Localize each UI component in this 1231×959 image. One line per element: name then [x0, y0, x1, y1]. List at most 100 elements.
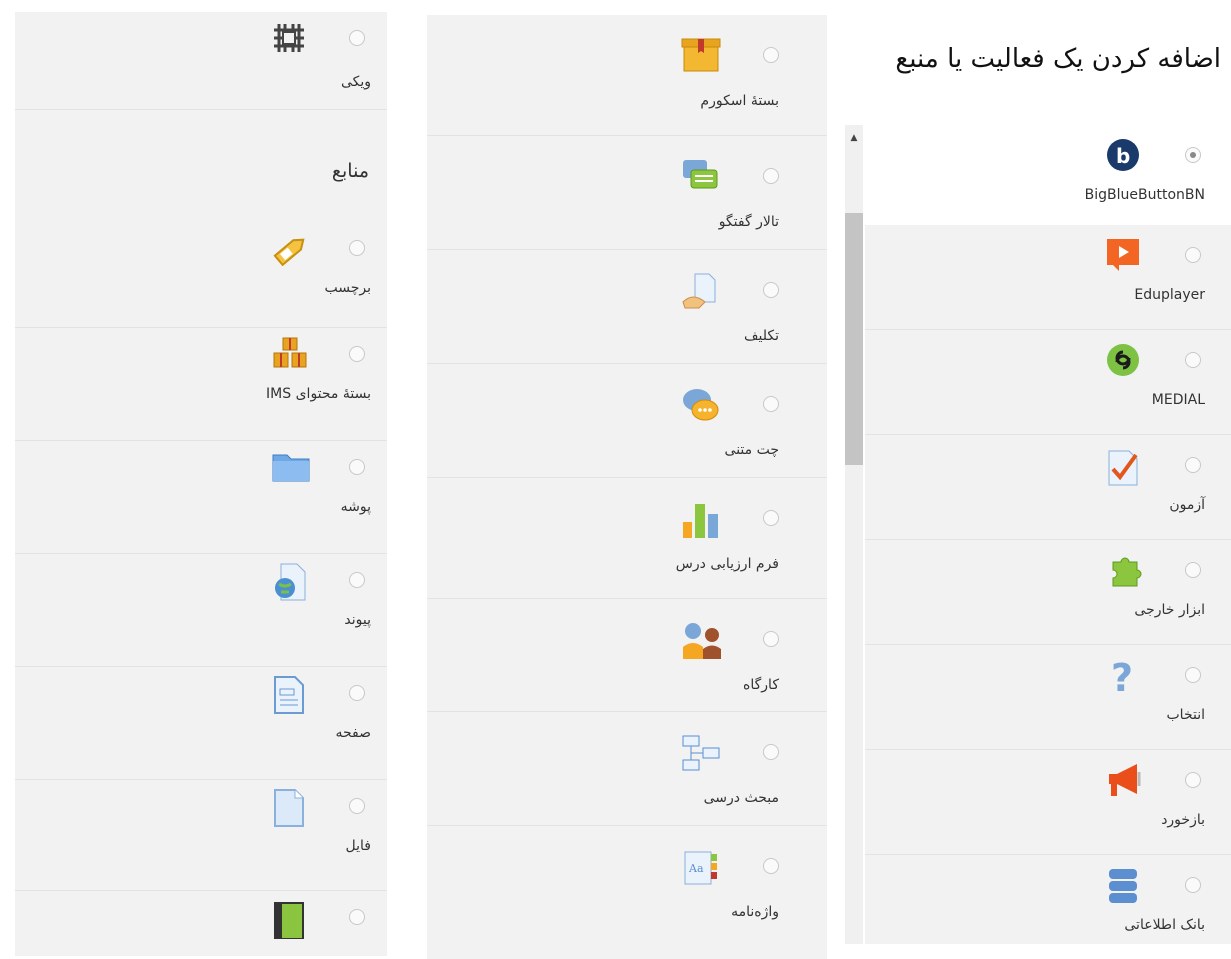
- feedback-megaphone-icon: [1105, 762, 1141, 798]
- list-item-assignment[interactable]: تکلیف: [427, 250, 827, 364]
- item-label: تالار گفتگو: [718, 214, 779, 230]
- list-scrollbar[interactable]: ▲: [845, 125, 863, 944]
- list-item-glossary[interactable]: Aa واژه‌نامه: [427, 826, 827, 946]
- section-heading-resources: منابع: [331, 160, 369, 182]
- external-tool-puzzle-icon: [1105, 552, 1142, 588]
- item-label: آزمون: [1169, 497, 1205, 513]
- lesson-radio[interactable]: [763, 744, 779, 760]
- item-label: واژه‌نامه: [731, 904, 779, 920]
- label-radio[interactable]: [349, 240, 365, 256]
- list-item-external-tool[interactable]: ابزار خارجی: [865, 540, 1231, 645]
- survey-chart-icon: [681, 500, 718, 538]
- item-label: صفحه: [335, 725, 371, 741]
- list-item-file[interactable]: فایل: [15, 780, 387, 891]
- chat-radio[interactable]: [763, 396, 779, 412]
- folder-icon: [271, 449, 310, 485]
- list-item-ims-package[interactable]: بستهٔ محتوای IMS: [15, 328, 387, 441]
- medial-radio[interactable]: [1185, 352, 1201, 368]
- list-item-quiz[interactable]: آزمون: [865, 435, 1231, 540]
- choice-question-icon: ?: [1105, 656, 1141, 700]
- list-item-forum[interactable]: تالار گفتگو: [427, 136, 827, 250]
- list-item-workshop[interactable]: کارگاه: [427, 599, 827, 712]
- list-item-chat[interactable]: چت متنی: [427, 364, 827, 478]
- page-radio[interactable]: [349, 685, 365, 701]
- item-label: کارگاه: [743, 677, 779, 693]
- quiz-icon: [1105, 447, 1141, 486]
- item-label: پوشه: [340, 499, 371, 515]
- wiki-radio[interactable]: [349, 30, 365, 46]
- list-item-eduplayer[interactable]: Eduplayer: [865, 225, 1231, 330]
- list-item-wiki[interactable]: ویکی: [15, 12, 387, 110]
- scroll-up-arrow-icon[interactable]: ▲: [845, 133, 863, 143]
- item-label: مبحث درسی: [703, 790, 779, 806]
- lesson-icon: [681, 734, 720, 771]
- item-label: برچسب: [324, 280, 371, 296]
- forum-icon: [681, 158, 718, 194]
- list-item-label[interactable]: برچسب: [15, 222, 387, 328]
- page-title: اضافه کردن یک فعالیت یا منبع: [895, 44, 1221, 74]
- url-radio[interactable]: [349, 572, 365, 588]
- list-item-choice[interactable]: ? انتخاب: [865, 645, 1231, 750]
- database-icon: [1105, 867, 1141, 903]
- glossary-radio[interactable]: [763, 858, 779, 874]
- item-label: ابزار خارجی: [1134, 602, 1205, 618]
- quiz-radio[interactable]: [1185, 457, 1201, 473]
- workshop-icon: [681, 621, 721, 659]
- item-label: بستهٔ اسکورم: [700, 93, 779, 109]
- item-label: فرم ارزیابی درس: [675, 556, 779, 572]
- modules-column: b BigBlueButtonBN Eduplayer MEDIAL آزمون…: [865, 125, 1231, 944]
- item-label: Eduplayer: [1134, 287, 1205, 303]
- scroll-thumb[interactable]: [845, 213, 863, 465]
- list-item-url[interactable]: پیوند: [15, 554, 387, 667]
- list-item-lesson[interactable]: مبحث درسی: [427, 712, 827, 826]
- list-item-page[interactable]: صفحه: [15, 667, 387, 780]
- item-label: ویکی: [340, 74, 371, 90]
- list-item-survey[interactable]: فرم ارزیابی درس: [427, 478, 827, 599]
- ims-radio[interactable]: [349, 346, 365, 362]
- item-label: فایل: [345, 838, 371, 854]
- svg-text:b: b: [1116, 144, 1130, 168]
- list-item-book[interactable]: [15, 891, 387, 951]
- resources-column: ویکی منابع برچسب بستهٔ محتوای IMS پوشه پ…: [15, 12, 387, 956]
- choice-radio[interactable]: [1185, 667, 1201, 683]
- book-radio[interactable]: [349, 909, 365, 925]
- url-link-icon: [271, 562, 307, 601]
- chat-icon: [681, 386, 719, 422]
- list-item-scorm[interactable]: بستهٔ اسکورم: [427, 15, 827, 136]
- survey-radio[interactable]: [763, 510, 779, 526]
- label-tag-icon: [271, 230, 307, 267]
- activities-column: بستهٔ اسکورم تالار گفتگو تکلیف چت متنی ف…: [427, 15, 827, 959]
- feedback-radio[interactable]: [1185, 772, 1201, 788]
- database-radio[interactable]: [1185, 877, 1201, 893]
- item-label: BigBlueButtonBN: [1084, 187, 1205, 203]
- file-icon: [271, 788, 307, 827]
- workshop-radio[interactable]: [763, 631, 779, 647]
- list-item-database[interactable]: بانک اطلاعاتی: [865, 855, 1231, 944]
- item-label: بازخورد: [1161, 812, 1205, 828]
- list-item-feedback[interactable]: بازخورد: [865, 750, 1231, 855]
- bigbluebutton-icon: b: [1105, 137, 1141, 173]
- page-icon: [271, 675, 307, 714]
- scorm-radio[interactable]: [763, 47, 779, 63]
- svg-text:?: ?: [1111, 657, 1133, 697]
- list-item-medial[interactable]: MEDIAL: [865, 330, 1231, 435]
- forum-radio[interactable]: [763, 168, 779, 184]
- medial-icon: [1105, 342, 1141, 378]
- file-radio[interactable]: [349, 798, 365, 814]
- item-label: پیوند: [344, 612, 371, 628]
- item-label: بانک اطلاعاتی: [1124, 917, 1205, 933]
- svg-text:Aa: Aa: [688, 862, 704, 875]
- item-label: بستهٔ محتوای IMS: [266, 386, 371, 402]
- item-label: تکلیف: [744, 328, 779, 344]
- folder-radio[interactable]: [349, 459, 365, 475]
- item-label: چت متنی: [724, 442, 779, 458]
- assignment-radio[interactable]: [763, 282, 779, 298]
- list-item-bigbluebutton[interactable]: b BigBlueButtonBN: [865, 125, 1231, 225]
- wiki-icon: [271, 20, 307, 56]
- list-item-folder[interactable]: پوشه: [15, 441, 387, 554]
- eduplayer-radio[interactable]: [1185, 247, 1201, 263]
- assignment-icon: [681, 272, 717, 309]
- external-tool-radio[interactable]: [1185, 562, 1201, 578]
- item-label: MEDIAL: [1151, 392, 1205, 408]
- bigbluebutton-radio[interactable]: [1185, 147, 1201, 163]
